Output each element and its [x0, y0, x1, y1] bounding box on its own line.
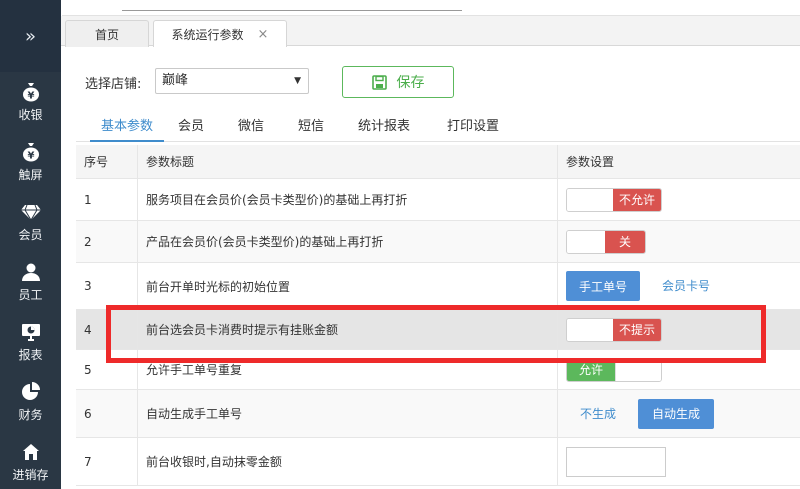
sidebar-item-touchscreen[interactable]: ¥ 触屏 — [0, 132, 61, 192]
switch-state-label: 允许 — [567, 358, 615, 381]
store-select[interactable]: 巅峰 ▼ — [155, 68, 309, 94]
switch-knob — [567, 230, 607, 253]
row-setting: 不提示 — [558, 310, 800, 349]
diamond-icon — [20, 202, 41, 222]
tab-home[interactable]: 首页 — [65, 20, 149, 47]
sidebar-item-label: 财务 — [18, 407, 43, 422]
row-setting — [558, 438, 800, 485]
table-row: 6 自动生成手工单号 不生成 自动生成 — [76, 390, 800, 438]
row-setting: 不允许 — [558, 179, 800, 220]
caret-down-icon: ▼ — [294, 76, 301, 86]
toggle-switch[interactable]: 允许 — [566, 357, 662, 382]
row-no: 5 — [76, 350, 138, 389]
params-table: 序号 参数标题 参数设置 1 服务项目在会员价(会员卡类型价)的基础上再打折 不… — [76, 145, 800, 486]
switch-state-label: 不提示 — [613, 318, 661, 341]
header-setting: 参数设置 — [566, 155, 615, 169]
subtab-basic-params[interactable]: 基本参数 — [90, 115, 164, 142]
sidebar-item-members[interactable]: 会员 — [0, 192, 61, 252]
sidebar-item-reports[interactable]: 报表 — [0, 312, 61, 372]
switch-state-label: 关 — [605, 230, 645, 253]
row-setting: 允许 — [558, 350, 800, 389]
subtab-wechat[interactable]: 微信 — [238, 115, 264, 142]
row-title: 前台收银时,自动抹零金额 — [138, 438, 558, 485]
row-title: 产品在会员价(会员卡类型价)的基础上再打折 — [138, 221, 558, 262]
sidebar-item-finance[interactable]: 财务 — [0, 372, 61, 432]
row-title: 前台选会员卡消费时提示有挂账金额 — [138, 310, 558, 349]
sidebar-item-label: 员工 — [18, 287, 43, 302]
svg-text:¥: ¥ — [27, 90, 34, 101]
toggle-switch[interactable]: 关 — [566, 229, 646, 254]
option-manual-number-button[interactable]: 手工单号 — [566, 271, 640, 301]
save-button[interactable]: 保存 — [342, 66, 454, 98]
subtab-members[interactable]: 会员 — [178, 115, 204, 142]
option-auto-generate-button[interactable]: 自动生成 — [638, 398, 714, 429]
svg-text:¥: ¥ — [27, 150, 34, 161]
sidebar-item-label: 报表 — [18, 347, 43, 362]
row-setting: 手工单号 会员卡号 — [558, 263, 800, 309]
table-header-row: 序号 参数标题 参数设置 — [76, 145, 800, 179]
sidebar-item-label: 会员 — [18, 227, 43, 242]
row-title: 服务项目在会员价(会员卡类型价)的基础上再打折 — [138, 179, 558, 220]
table-row: 3 前台开单时光标的初始位置 手工单号 会员卡号 — [76, 263, 800, 310]
row-no: 2 — [76, 221, 138, 262]
header-no: 序号 — [76, 145, 138, 178]
header-title: 参数标题 — [138, 145, 558, 178]
toggle-switch[interactable]: 不提示 — [566, 317, 662, 342]
store-select-value: 巅峰 — [162, 73, 189, 88]
toggle-switch[interactable]: 不允许 — [566, 187, 662, 212]
close-icon[interactable]: × — [258, 27, 269, 42]
floppy-disk-icon — [371, 74, 387, 90]
sidebar-item-label: 进销存 — [12, 467, 49, 482]
save-button-label: 保存 — [396, 75, 425, 91]
tab-label: 系统运行参数 — [171, 27, 244, 42]
table-row: 1 服务项目在会员价(会员卡类型价)的基础上再打折 不允许 — [76, 179, 800, 221]
pie-chart-icon — [21, 381, 41, 402]
sidebar: » ¥ 收银 ¥ 触屏 会员 员工 报表 财务 进销存 — [0, 0, 61, 489]
tab-label: 首页 — [94, 27, 119, 42]
row-no: 4 — [76, 310, 138, 349]
tab-system-params[interactable]: 系统运行参数 × — [153, 20, 287, 47]
sidebar-item-label: 收银 — [18, 107, 43, 122]
table-row: 7 前台收银时,自动抹零金额 — [76, 438, 800, 486]
yen-bag-icon: ¥ — [21, 142, 41, 162]
switch-knob — [615, 358, 661, 381]
double-chevron-right-icon: » — [24, 25, 36, 47]
table-row: 2 产品在会员价(会员卡类型价)的基础上再打折 关 — [76, 221, 800, 263]
table-row: 4 前台选会员卡消费时提示有挂账金额 不提示 — [76, 310, 800, 350]
sidebar-item-inventory[interactable]: 进销存 — [0, 432, 61, 489]
row-no: 1 — [76, 179, 138, 220]
switch-knob — [567, 188, 615, 211]
toolbar: 选择店铺: 巅峰 ▼ 保存 — [61, 46, 800, 112]
sidebar-item-cashier[interactable]: ¥ 收银 — [0, 72, 61, 132]
sidebar-toggle-button[interactable]: » — [0, 0, 61, 72]
row-title: 自动生成手工单号 — [138, 390, 558, 437]
row-title: 允许手工单号重复 — [138, 350, 558, 389]
sidebar-item-staff[interactable]: 员工 — [0, 252, 61, 312]
row-no: 7 — [76, 438, 138, 485]
subtab-print-settings[interactable]: 打印设置 — [447, 115, 499, 142]
yen-bag-icon: ¥ — [21, 82, 41, 102]
house-icon — [21, 442, 41, 462]
monitor-chart-icon — [21, 322, 41, 342]
sidebar-item-label: 触屏 — [18, 167, 43, 182]
page-tab-bar: 首页 系统运行参数 × — [61, 16, 800, 47]
option-no-generate-button[interactable]: 不生成 — [580, 405, 616, 422]
subtab-sms[interactable]: 短信 — [298, 115, 324, 142]
address-bar[interactable] — [62, 0, 800, 16]
row-setting: 关 — [558, 221, 800, 262]
settings-subtabs: 基本参数 会员 微信 短信 统计报表 打印设置 — [76, 112, 800, 142]
row-no: 6 — [76, 390, 138, 437]
round-off-amount-input[interactable] — [566, 446, 666, 477]
row-no: 3 — [76, 263, 138, 309]
store-label: 选择店铺: — [85, 77, 142, 92]
row-title: 前台开单时光标的初始位置 — [138, 263, 558, 309]
switch-knob — [567, 318, 615, 341]
user-icon — [21, 262, 41, 282]
table-row: 5 允许手工单号重复 允许 — [76, 350, 800, 390]
switch-state-label: 不允许 — [613, 188, 661, 211]
row-setting: 不生成 自动生成 — [558, 390, 800, 437]
option-member-card-button[interactable]: 会员卡号 — [662, 277, 710, 294]
subtab-stats-reports[interactable]: 统计报表 — [358, 115, 410, 142]
